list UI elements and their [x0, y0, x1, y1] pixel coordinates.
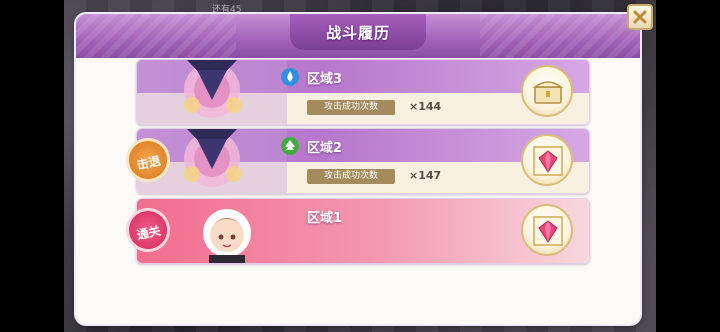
zone-row-2[interactable]: 区域2 攻击成功次数 ×147: [136, 128, 590, 194]
reward-slot[interactable]: [521, 204, 573, 256]
tree-icon: [281, 137, 299, 155]
letterbox-left: [0, 0, 64, 332]
magic-gem-icon: [533, 216, 563, 246]
reward-slot[interactable]: [521, 65, 573, 117]
dialog-header: 战斗履历: [76, 14, 640, 58]
attack-success-count: ×147: [409, 169, 442, 182]
zone-row-3[interactable]: 区域3 攻击成功次数 ×144: [136, 59, 590, 125]
letterbox-right: [656, 0, 720, 332]
attack-success-count: ×144: [409, 100, 442, 113]
zone-row-1[interactable]: 区域1: [136, 198, 590, 264]
zone-label: 区域1: [307, 211, 343, 226]
close-icon: [633, 10, 647, 24]
treasure-chest-icon: [532, 81, 564, 104]
attack-success-label: 攻击成功次数: [307, 100, 395, 115]
reward-slot[interactable]: [521, 134, 573, 186]
dialog-title: 战斗履历: [325, 24, 390, 42]
magic-gem-icon: [533, 146, 563, 176]
zone-label: 区域2: [307, 141, 343, 156]
water-drop-icon: [281, 68, 299, 86]
boss-portrait: [137, 60, 287, 124]
close-button[interactable]: [627, 4, 653, 30]
zone-label: 区域3: [307, 72, 343, 87]
attack-success-label: 攻击成功次数: [307, 169, 395, 184]
